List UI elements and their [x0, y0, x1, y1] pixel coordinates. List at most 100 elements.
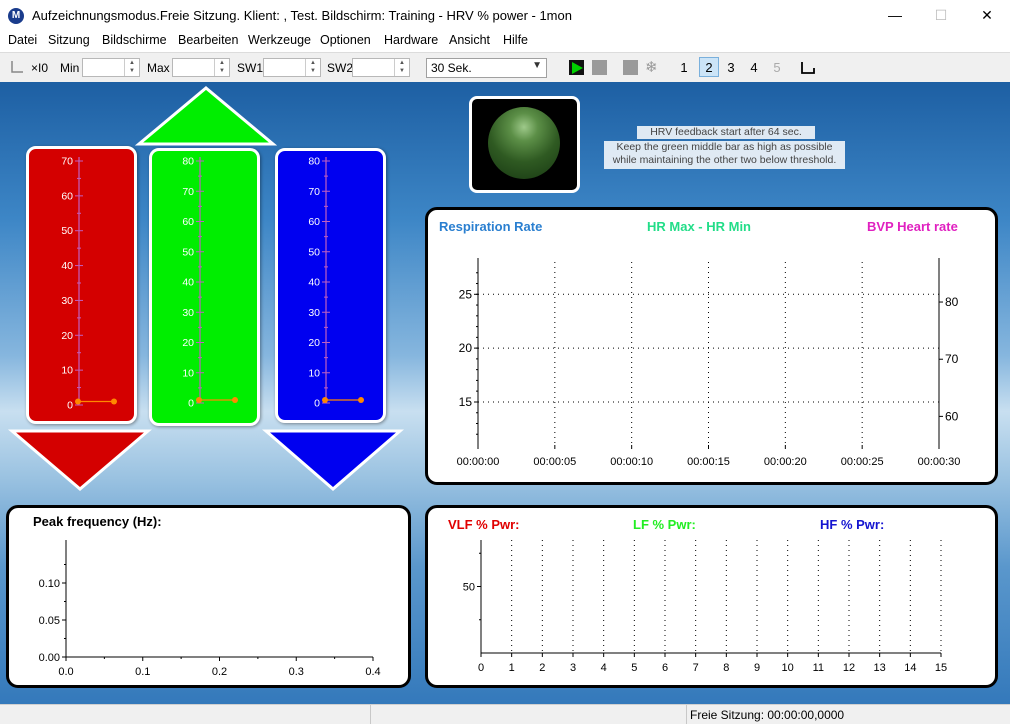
green-feedback-bar: 80 70 60 50 40 30 20 10 0 — [149, 148, 260, 426]
scale-tick-label: 70 — [308, 186, 320, 198]
close-button[interactable]: ✕ — [964, 0, 1010, 31]
feedback-start-note: HRV feedback start after 64 sec. — [637, 126, 815, 139]
toolbar: ×I0 Min ▲ ▼ Max ▲ ▼ SW1 ▲ ▼ SW2 ▲ ▼ 30 Sek. ▼… — [0, 52, 1010, 83]
scale-tick-label: 30 — [308, 307, 320, 319]
x-tick-label: 00:00:15 — [687, 456, 730, 468]
scale-tick-label: 60 — [308, 216, 320, 228]
min-spinner[interactable]: ▲ ▼ — [82, 58, 140, 77]
sw1-label: SW1 — [237, 61, 264, 75]
sw2-spinner[interactable]: ▲ ▼ — [352, 58, 410, 77]
window-title: Aufzeichnungsmodus.Freie Sitzung. Klient… — [32, 8, 572, 23]
snowflake-icon[interactable]: ❄ — [645, 58, 660, 76]
play-icon[interactable] — [569, 60, 584, 75]
scale-tick-label: 20 — [182, 337, 194, 349]
y-tick-label: 0.05 — [39, 615, 60, 627]
scale-tick-label: 0 — [314, 398, 320, 410]
x-tick-label: 11 — [813, 662, 824, 674]
y-tick-label: 0.10 — [39, 578, 60, 590]
screen-5-button[interactable]: 5 — [768, 60, 786, 75]
scale-tick-label: 80 — [182, 156, 194, 168]
scale-tick-label: 30 — [182, 307, 194, 319]
x-tick-label: 6 — [662, 662, 668, 674]
maximize-button[interactable]: ☐ — [918, 0, 964, 31]
x-tick-label: 0.3 — [289, 666, 304, 678]
x-tick-label: 10 — [782, 662, 794, 674]
scale-tick-label: 20 — [61, 330, 73, 342]
instruction-line-2: while maintaining the other two below th… — [612, 154, 837, 166]
x-tick-label: 0.4 — [365, 666, 380, 678]
menu-optionen[interactable]: Optionen — [320, 33, 371, 47]
value-marker-left — [75, 398, 81, 405]
pause-button[interactable] — [592, 60, 607, 75]
title-bar: M Aufzeichnungsmodus.Freie Sitzung. Klie… — [0, 0, 1010, 31]
screen-3-button[interactable]: 3 — [722, 60, 740, 75]
x-tick-label: 3 — [570, 662, 576, 674]
max-spinner[interactable]: ▲ ▼ — [172, 58, 230, 77]
max-label: Max — [147, 61, 170, 75]
menu-hardware[interactable]: Hardware — [384, 33, 438, 47]
scale-tick-label: 0 — [67, 400, 73, 412]
y-tick-label-right: 80 — [945, 295, 959, 309]
scale-tick-label: 50 — [308, 246, 320, 258]
x-tick-label: 9 — [754, 662, 760, 674]
spinner-arrows-icon[interactable]: ▲ ▼ — [124, 59, 139, 76]
time-window-select[interactable]: 30 Sek. ▼ — [426, 58, 547, 78]
x-tick-label: 5 — [631, 662, 637, 674]
power-chart: 0 1 2 3 4 5 6 7 8 9 10 11 12 13 14 1550 — [463, 540, 947, 674]
y-tick-label: 50 — [463, 582, 475, 594]
menu-bearbeiten[interactable]: Bearbeiten — [178, 33, 238, 47]
scale-tick-label: 80 — [308, 156, 320, 168]
blue-threshold-bar: 80 70 60 50 40 30 20 10 0 — [275, 148, 386, 423]
menu-datei[interactable]: Datei — [8, 33, 37, 47]
up-arrow-icon — [135, 86, 277, 146]
menu-ansicht[interactable]: Ansicht — [449, 33, 490, 47]
menu-hilfe[interactable]: Hilfe — [503, 33, 528, 47]
training-screen: 70 60 50 40 30 20 10 0 80 70 60 50 40 30 20 10 0 80 70 60… — [0, 82, 1010, 704]
minimize-button[interactable]: — — [872, 0, 918, 31]
vitals-chart-panel: Respiration Rate HR Max - HR Min BVP Hea… — [425, 207, 998, 485]
sw1-spinner[interactable]: ▲ ▼ — [263, 58, 321, 77]
instruction-line-1: Keep the green middle bar as high as pos… — [616, 141, 833, 153]
value-marker-right — [358, 396, 364, 403]
peak-frequency-chart: 0.0 0.1 0.2 0.3 0.4 0.10 0.05 0.00 — [39, 540, 381, 678]
scale-tick-label: 70 — [61, 156, 73, 168]
scale-tick-label: 60 — [61, 190, 73, 202]
y-tick-label: 0.00 — [39, 652, 60, 664]
status-bar: Freie Sitzung: 00:00:00,0000 — [0, 704, 1010, 724]
scale-tick-label: 70 — [182, 186, 194, 198]
scale-tick-label: 10 — [182, 367, 194, 379]
scale-tick-label: 30 — [61, 295, 73, 307]
screen-4-button[interactable]: 4 — [745, 60, 763, 75]
x-tick-label: 1 — [509, 662, 515, 674]
bar-scale: 80 70 60 50 40 30 20 10 0 — [308, 156, 364, 410]
spinner-arrows-icon[interactable]: ▲ ▼ — [394, 59, 409, 76]
x-tick-label: 15 — [935, 662, 947, 674]
scale-tick-label: 10 — [61, 365, 73, 377]
screen-2-button[interactable]: 2 — [699, 57, 719, 77]
y-tick-label-right: 70 — [945, 352, 959, 366]
x-tick-label: 0 — [478, 662, 484, 674]
x-tick-label: 00:00:00 — [457, 456, 500, 468]
spinner-arrows-icon[interactable]: ▲ ▼ — [214, 59, 229, 76]
screen-1-button[interactable]: 1 — [675, 60, 693, 75]
step-icon[interactable] — [800, 60, 816, 76]
status-divider — [686, 705, 687, 724]
scale-tick-label: 0 — [188, 398, 194, 410]
peak-frequency-panel: Peak frequency (Hz): 0.0 0.1 0.2 0.3 0.4 0.10… — [6, 505, 411, 688]
menu-werkzeuge[interactable]: Werkzeuge — [248, 33, 311, 47]
spinner-arrows-icon[interactable]: ▲ ▼ — [305, 59, 320, 76]
x-tick-label: 12 — [843, 662, 855, 674]
stop-button[interactable] — [623, 60, 638, 75]
x-tick-label: 00:00:20 — [764, 456, 807, 468]
axis-icon[interactable] — [10, 60, 24, 74]
menu-bildschirme[interactable]: Bildschirme — [102, 33, 167, 47]
vitals-chart: 00:00:00 00:00:05 00:00:10 00:00:15 00:00:20… — [457, 258, 960, 468]
power-chart-panel: VLF % Pwr: LF % Pwr: HF % Pwr: 012345678… — [425, 505, 998, 688]
bar-scale: 80 70 60 50 40 30 20 10 0 — [182, 156, 238, 410]
y-tick-label-left: 20 — [459, 341, 473, 355]
scale-label[interactable]: ×I0 — [31, 61, 48, 75]
menu-sitzung[interactable]: Sitzung — [48, 33, 90, 47]
value-marker-right — [111, 398, 117, 405]
scale-tick-label: 40 — [182, 277, 194, 289]
y-tick-label-right: 60 — [945, 409, 959, 423]
